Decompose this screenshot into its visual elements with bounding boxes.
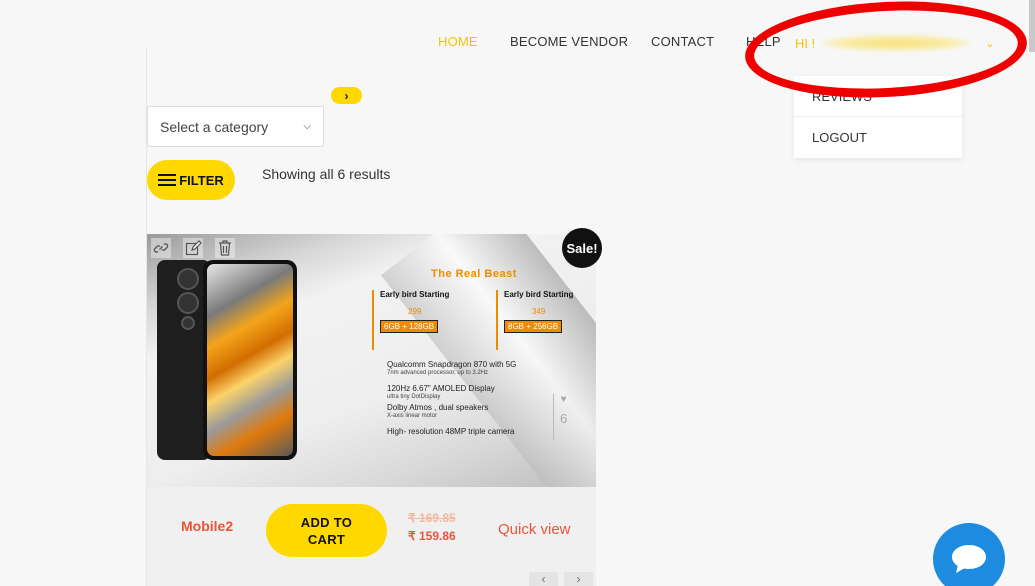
expand-arrow-button[interactable]: › <box>331 87 362 104</box>
annotation-circle <box>742 0 1030 105</box>
original-price: ₹ 169.85 <box>408 511 456 525</box>
link-icon[interactable] <box>151 238 171 258</box>
ad-title: The Real Beast <box>431 268 517 280</box>
ad-offer-2: Early bird Starting 349 8GB + 256GB <box>496 290 573 350</box>
next-page-button[interactable]: › <box>564 572 593 586</box>
nav-home[interactable]: HOME <box>438 34 478 49</box>
chevron-right-icon: › <box>576 572 581 586</box>
product-card: The Real Beast Early bird Starting 299 6… <box>147 228 602 586</box>
category-select-value: Select a category <box>160 118 269 135</box>
chevron-down-icon: ⌵ <box>303 121 311 132</box>
favorite-counter[interactable]: ♥ 6 <box>553 394 567 440</box>
dropdown-item-logout[interactable]: LOGOUT <box>794 117 962 158</box>
chevron-right-icon: › <box>344 88 349 103</box>
product-image[interactable]: The Real Beast Early bird Starting 299 6… <box>147 234 596 487</box>
nav-become-vendor[interactable]: BECOME VENDOR <box>510 34 628 49</box>
quick-view-link[interactable]: Quick view <box>498 521 571 538</box>
add-to-cart-line1: ADD TO <box>300 514 353 530</box>
edit-icon[interactable] <box>183 238 203 258</box>
product-name[interactable]: Mobile2 <box>181 518 233 534</box>
trash-icon[interactable] <box>215 238 235 258</box>
filter-button[interactable]: FILTER <box>147 160 235 200</box>
hamburger-icon <box>158 173 177 187</box>
ad-specs: Qualcomm Snapdragon 870 with 5G 7nm adva… <box>387 360 517 436</box>
scrollbar[interactable] <box>1029 0 1035 52</box>
results-count: Showing all 6 results <box>262 166 391 182</box>
ad-offer-1: Early bird Starting 299 6GB + 128GB <box>372 290 449 350</box>
favorite-count: 6 <box>560 411 568 426</box>
nav-contact[interactable]: CONTACT <box>651 34 714 49</box>
category-select[interactable]: Select a category ⌵ <box>147 106 324 147</box>
chat-bubble-icon <box>952 545 986 573</box>
filter-button-label: FILTER <box>179 172 224 188</box>
add-to-cart-line2: CART <box>307 531 346 547</box>
admin-tools <box>151 238 235 258</box>
prev-page-button[interactable]: ‹ <box>529 572 558 586</box>
sale-badge: Sale! <box>562 228 602 268</box>
heart-icon: ♥ <box>560 394 567 405</box>
sale-price: ₹ 159.86 <box>408 529 456 543</box>
chevron-left-icon: ‹ <box>541 572 546 586</box>
phone-front-graphic <box>203 260 297 460</box>
chat-button[interactable] <box>933 523 1005 586</box>
add-to-cart-button[interactable]: ADD TO CART <box>266 504 387 557</box>
